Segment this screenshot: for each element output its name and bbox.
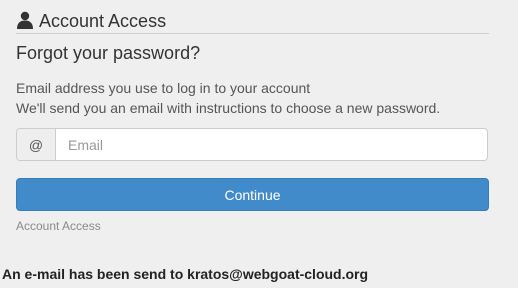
email-input-group: @ <box>16 128 488 161</box>
instruction-line-2: We'll send you an email with instruction… <box>16 100 441 116</box>
account-access-header: Account Access <box>16 10 489 34</box>
email-input[interactable] <box>56 129 487 160</box>
account-access-link[interactable]: Account Access <box>16 218 101 234</box>
email-addon: @ <box>17 129 56 160</box>
instructions: Email address you use to log in to your … <box>16 78 440 118</box>
user-icon <box>16 11 34 29</box>
header-title: Account Access <box>39 11 167 31</box>
instruction-line-1: Email address you use to log in to your … <box>16 80 311 96</box>
page-title: Forgot your password? <box>16 43 201 63</box>
continue-button[interactable]: Continue <box>16 178 489 211</box>
status-message: An e-mail has been send to kratos@webgoa… <box>2 266 369 282</box>
